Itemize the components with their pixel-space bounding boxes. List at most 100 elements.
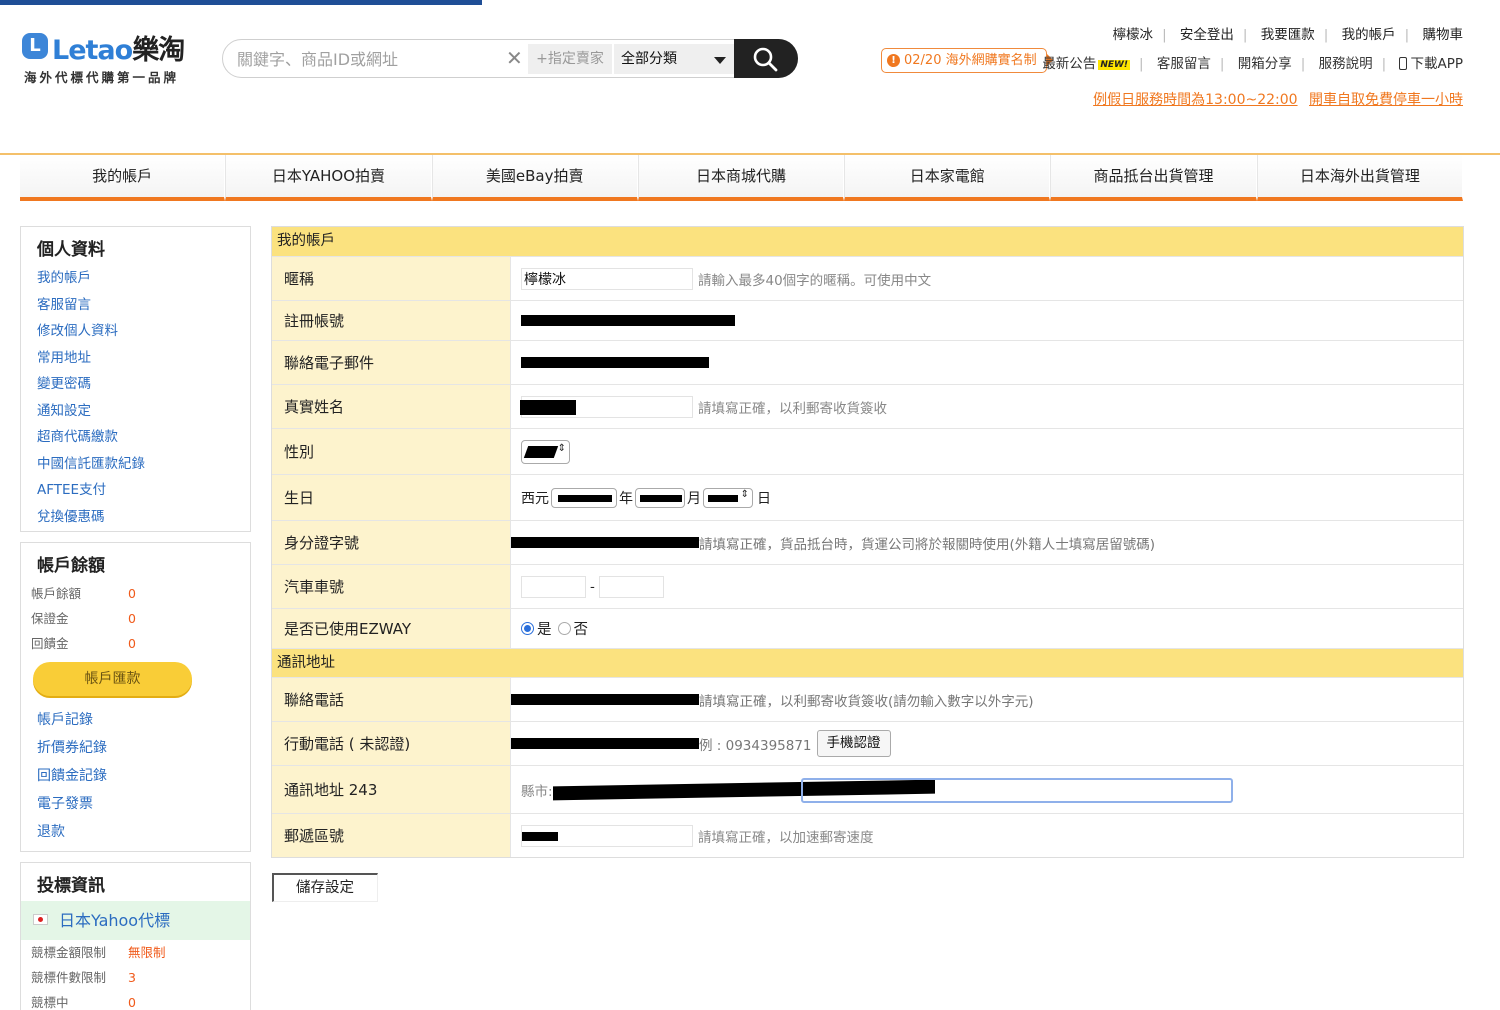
- account-form: 我的帳戶 暱稱 請輸入最多40個字的暱稱。可使用中文 註冊帳號 聯絡電子郵件 真…: [271, 226, 1464, 858]
- real-name-input[interactable]: [520, 395, 693, 418]
- nickname-label: 暱稱: [272, 257, 511, 300]
- sidebar-item-store-payment[interactable]: 超商代碼繳款: [21, 424, 250, 451]
- site-logo[interactable]: L Letao樂淘 海外代標代購第一品牌: [22, 30, 202, 85]
- ezway-no-radio[interactable]: [557, 622, 571, 635]
- balance-panel: 帳戶餘額 帳戶餘額 0 保證金 0 回饋金 0 帳戶匯款 帳戶記錄 折價券紀錄 回饋金…: [20, 542, 251, 852]
- specify-seller-button[interactable]: +指定賣家: [528, 44, 612, 74]
- sidebar-item-aftee[interactable]: AFTEE支付: [21, 477, 250, 504]
- bidding-now-row: 競標中 0: [31, 995, 136, 1010]
- search-input[interactable]: [237, 48, 502, 70]
- remit-link[interactable]: 我要匯款: [1261, 27, 1315, 43]
- sidebar-item-refund[interactable]: 退款: [21, 818, 250, 846]
- zip-input[interactable]: [521, 824, 693, 847]
- birthday-day-select[interactable]: ⇕: [703, 487, 753, 508]
- gender-select[interactable]: ⇕: [521, 439, 570, 464]
- my-account-link[interactable]: 我的帳戶: [1342, 27, 1396, 43]
- car-plate-input-2[interactable]: [598, 575, 664, 598]
- birthday-month-select[interactable]: [635, 487, 685, 508]
- nav-japan-mall[interactable]: 日本商城代購: [637, 155, 845, 201]
- car-plate-label: 汽車車號: [272, 565, 511, 608]
- cart-link[interactable]: 購物車: [1423, 27, 1464, 43]
- address-detail-input[interactable]: [801, 778, 1233, 803]
- sidebar-item-account-records[interactable]: 帳戶記錄: [21, 706, 250, 734]
- stepper-arrows-icon: ⇕: [740, 488, 749, 500]
- stepper-arrows-icon: ⇕: [557, 442, 566, 454]
- birthday-era: 西元: [521, 490, 549, 507]
- row-car-plate: 汽車車號 -: [272, 564, 1463, 608]
- promo-links: 例假日服務時間為13:00~22:00 開車自取免費停車一小時: [1086, 89, 1463, 109]
- sidebar-item-change-password[interactable]: 變更密碼: [21, 371, 250, 398]
- sidebar-item-reward-records[interactable]: 回饋金記錄: [21, 762, 250, 790]
- id-number-hint: 請填寫正確，貨品抵台時，貨運公司將於報關時使用(外籍人士填寫居留號碼): [699, 536, 1156, 553]
- nickname-hint: 請輸入最多40個字的暱稱。可使用中文: [698, 272, 932, 289]
- row-address: 通訊地址 243 縣市:: [272, 765, 1463, 813]
- row-zip: 郵遞區號 請填寫正確，以加速郵寄速度: [272, 813, 1463, 857]
- sidebar-item-addresses[interactable]: 常用地址: [21, 345, 250, 372]
- nav-arrival-shipping[interactable]: 商品抵台出貨管理: [1050, 155, 1257, 201]
- gender-label: 性別: [272, 429, 511, 474]
- row-account-id: 註冊帳號: [272, 300, 1463, 340]
- holiday-hours-link[interactable]: 例假日服務時間為13:00~22:00: [1093, 92, 1297, 108]
- id-number-label: 身分證字號: [272, 521, 511, 564]
- section-address: 通訊地址: [272, 648, 1463, 677]
- car-plate-input-1[interactable]: [521, 575, 586, 598]
- nav-yahoo-auction[interactable]: 日本YAHOO拍賣: [225, 155, 432, 201]
- phone-icon: [1399, 57, 1408, 70]
- sidebar-item-edit-profile[interactable]: 修改個人資料: [21, 318, 250, 345]
- row-ezway: 是否已使用EZWAY 是 否: [272, 608, 1463, 648]
- announcement-link[interactable]: 最新公告: [1042, 56, 1096, 72]
- mobile-redacted: [511, 738, 699, 749]
- download-app-link[interactable]: 下載APP: [1399, 56, 1463, 72]
- section-my-account: 我的帳戶: [272, 227, 1463, 256]
- sidebar-item-my-account[interactable]: 我的帳戶: [21, 265, 250, 292]
- nav-japan-appliances[interactable]: 日本家電館: [844, 155, 1051, 201]
- username-link[interactable]: 檸檬冰: [1113, 27, 1154, 43]
- logo-tagline: 海外代標代購第一品牌: [24, 70, 180, 85]
- bidding-panel-title: 投標資訊: [37, 876, 105, 896]
- logout-link[interactable]: 安全登出: [1180, 27, 1234, 43]
- sidebar-item-coupon-records[interactable]: 折價券紀錄: [21, 734, 250, 762]
- notice-badge[interactable]: ! 02/20 海外網購實名制: [881, 48, 1047, 73]
- profile-panel: 個人資料 我的帳戶 客服留言 修改個人資料 常用地址 變更密碼 通知設定 超商代…: [20, 226, 251, 532]
- search-icon: [753, 47, 778, 72]
- nav-ebay-auction[interactable]: 美國eBay拍賣: [431, 155, 638, 201]
- service-help-link[interactable]: 服務說明: [1319, 56, 1373, 72]
- row-phone: 聯絡電話 請填寫正確，以利郵寄收貨簽收(請勿輸入數字以外字元): [272, 677, 1463, 721]
- mobile-label: 行動電話 ( 未認證): [272, 722, 511, 765]
- top-progress-bar: [0, 0, 482, 5]
- ezway-yes-radio[interactable]: [521, 622, 534, 635]
- zip-hint: 請填寫正確，以加速郵寄速度: [698, 829, 874, 846]
- nickname-input[interactable]: [521, 267, 693, 290]
- logo-mark-icon: L: [22, 33, 48, 59]
- service-message-link[interactable]: 客服留言: [1157, 56, 1211, 72]
- email-value-redacted: [521, 357, 709, 368]
- search-button[interactable]: [734, 39, 798, 78]
- clear-icon[interactable]: ✕: [506, 46, 523, 70]
- account-id-value-redacted: [521, 315, 735, 326]
- row-birthday: 生日 西元 年 月 ⇕ 日: [272, 474, 1463, 520]
- sidebar-item-service-message[interactable]: 客服留言: [21, 292, 250, 319]
- nav-overseas-shipping[interactable]: 日本海外出貨管理: [1256, 155, 1463, 201]
- id-number-redacted: [511, 537, 699, 548]
- mobile-verify-button[interactable]: 手機認證: [816, 730, 891, 757]
- info-icon: !: [887, 54, 900, 67]
- sidebar-item-redeem-code[interactable]: 兌換優惠碼: [21, 504, 250, 531]
- free-parking-link[interactable]: 開車自取免費停車一小時: [1309, 92, 1463, 108]
- nav-my-account[interactable]: 我的帳戶: [20, 155, 226, 201]
- save-settings-button[interactable]: 儲存設定: [272, 873, 378, 902]
- japan-flag-icon: [33, 914, 48, 925]
- sidebar-item-ctbc-remittance[interactable]: 中國信託匯款紀錄: [21, 451, 250, 478]
- birthday-year-select[interactable]: [551, 487, 617, 508]
- unboxing-share-link[interactable]: 開箱分享: [1238, 56, 1292, 72]
- sidebar-item-notifications[interactable]: 通知設定: [21, 398, 250, 425]
- row-id-number: 身分證字號 請填寫正確，貨品抵台時，貨運公司將於報關時使用(外籍人士填寫居留號碼…: [272, 520, 1463, 564]
- zip-label: 郵遞區號: [272, 814, 511, 857]
- balance-row: 帳戶餘額 0: [31, 586, 136, 601]
- phone-label: 聯絡電話: [272, 678, 511, 721]
- sidebar-item-e-invoice[interactable]: 電子發票: [21, 790, 250, 818]
- account-remit-button[interactable]: 帳戶匯款: [33, 662, 192, 696]
- yahoo-bidding-link[interactable]: 日本Yahoo代標: [21, 901, 250, 940]
- chevron-down-icon: [714, 57, 726, 64]
- category-select[interactable]: 全部分類: [614, 44, 734, 74]
- sub-links: 最新公告 NEW! | 客服留言 | 開箱分享 | 服務說明 | 下載APP: [1042, 56, 1463, 72]
